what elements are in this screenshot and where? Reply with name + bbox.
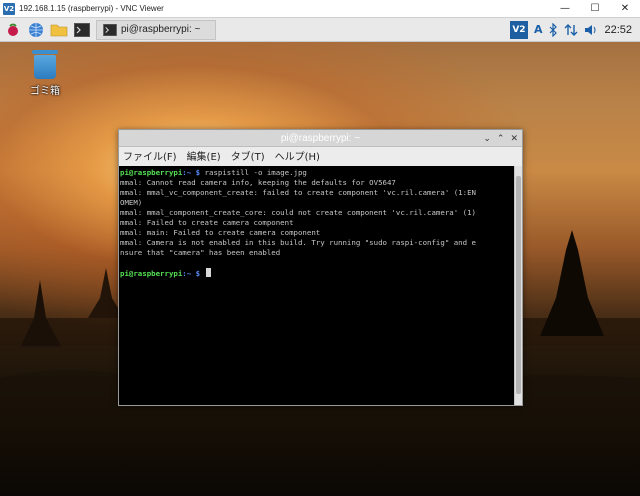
network-icon[interactable] [564,23,578,37]
menu-edit[interactable]: 編集(E) [187,148,221,163]
terminal-window: pi@raspberrypi: ~ ⌄ ⌃ ✕ ファイル(F) 編集(E) タブ… [118,129,523,406]
prompt-user: pi@raspberrypi [120,168,183,177]
prompt-path: :~ $ [182,269,205,278]
system-tray: V2 A 22:52 [509,20,640,39]
volume-icon[interactable] [584,24,598,36]
terminal-icon [103,23,117,36]
bluetooth-icon[interactable] [548,22,558,37]
menu-tabs[interactable]: タブ(T) [231,148,265,163]
current-prompt-line: pi@raspberrypi:~ $ [120,268,514,279]
terminal-menubar: ファイル(F) 編集(E) タブ(T) ヘルプ(H) [119,147,522,164]
trash-desktop-icon[interactable]: ゴミ箱 [26,50,64,97]
output-line: mmal: mmal_component_create_core: could … [120,208,476,217]
menu-file[interactable]: ファイル(F) [123,148,177,163]
vnc-titlebar: V2 192.168.1.15 (raspberrypi) - VNC View… [0,0,640,18]
close-button[interactable]: ✕ [610,0,640,18]
maximize-button[interactable]: ☐ [580,0,610,18]
trash-label: ゴミ箱 [30,86,60,97]
terminal-minimize-button[interactable]: ⌄ [483,134,491,144]
terminal-titlebar[interactable]: pi@raspberrypi: ~ ⌄ ⌃ ✕ [119,130,522,147]
task-label: pi@raspberrypi: ~ [121,24,201,35]
vnc-tray-icon[interactable]: V2 [509,20,528,39]
terminal-maximize-button[interactable]: ⌃ [497,134,505,144]
clock: 22:52 [604,23,632,36]
output-line: mmal: Camera is not enabled in this buil… [120,238,476,247]
output-line: mmal: mmal_vc_component_create: failed t… [120,188,476,197]
prompt-path: :~ $ [182,168,205,177]
input-method-icon[interactable]: A [534,23,543,36]
terminal-launcher-icon[interactable] [72,20,92,40]
terminal-title: pi@raspberrypi: ~ [280,132,361,144]
terminal-output[interactable]: pi@raspberrypi:~ $ raspistill -o image.j… [119,166,515,405]
command-text: raspistill -o image.jpg [204,168,307,177]
output-line: OMEM) [120,198,143,207]
file-manager-icon[interactable] [49,20,69,40]
trash-icon [32,50,58,54]
trash-can [34,55,56,79]
output-line: mmal: Failed to create camera component [120,218,294,227]
minimize-button[interactable]: — [550,0,580,18]
command-line: pi@raspberrypi:~ $ raspistill -o image.j… [120,168,514,178]
taskbar-terminal-task[interactable]: pi@raspberrypi: ~ [96,19,216,40]
terminal-scrollbar[interactable] [514,166,522,405]
output-line: mmal: main: Failed to create camera comp… [120,228,321,237]
output-line: mmal: Cannot read camera info, keeping t… [120,178,396,187]
web-browser-icon[interactable] [26,20,46,40]
terminal-close-button[interactable]: ✕ [510,134,518,144]
terminal-window-controls: ⌄ ⌃ ✕ [483,130,518,147]
taskbar: pi@raspberrypi: ~ V2 A 22:52 [0,18,640,42]
vnc-window-title: 192.168.1.15 (raspberrypi) - VNC Viewer [19,4,164,13]
vnc-viewer-icon: V2 [3,2,15,15]
prompt-user: pi@raspberrypi [120,269,183,278]
menu-help[interactable]: ヘルプ(H) [275,148,320,163]
raspberry-menu-icon[interactable] [3,20,23,40]
output-line: nsure that "camera" has been enabled [120,248,281,257]
scrollbar-thumb[interactable] [516,176,521,394]
text-cursor [205,268,211,277]
